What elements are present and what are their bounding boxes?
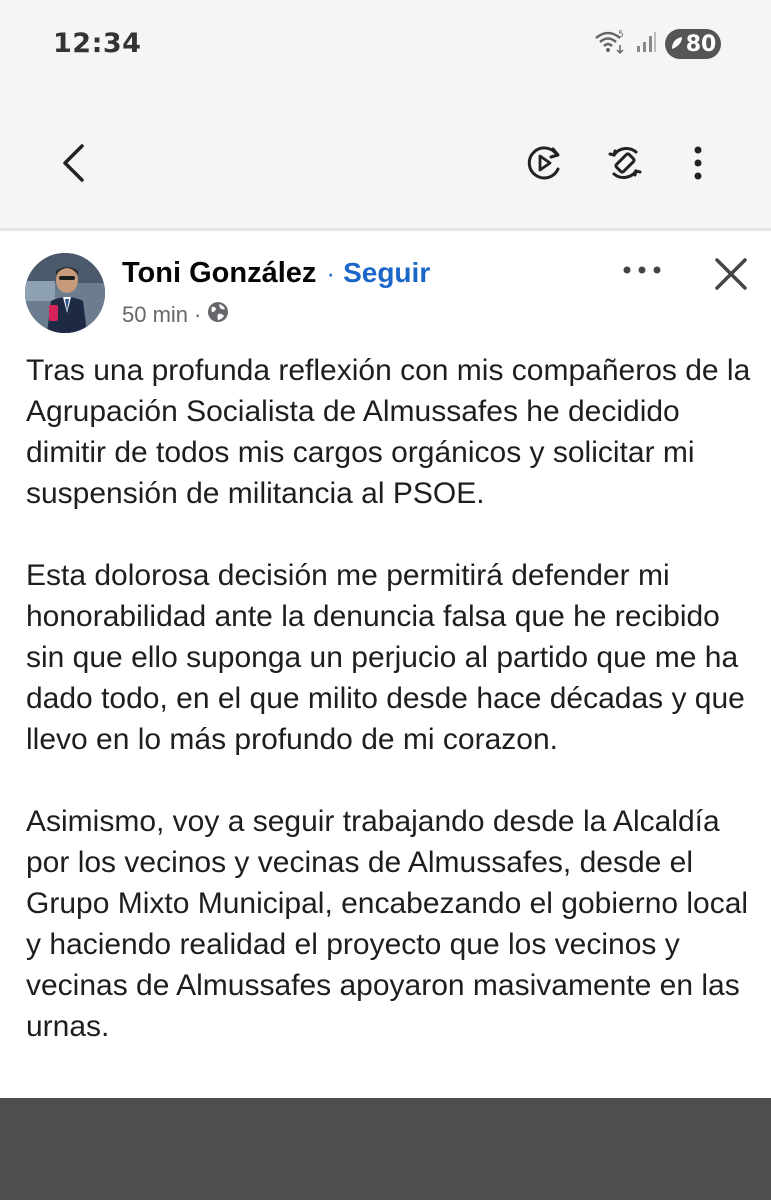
avatar[interactable] (25, 253, 105, 333)
meta-separator: · (194, 302, 202, 327)
back-button[interactable] (48, 140, 98, 190)
follow-button[interactable]: Seguir (343, 257, 430, 289)
play-circle-icon (524, 143, 564, 188)
post-header: Toni González · Seguir 50 min · (0, 231, 771, 341)
post-options-button[interactable] (620, 255, 664, 285)
status-icons: 5 80 (593, 28, 721, 60)
close-post-button[interactable] (708, 253, 754, 299)
network-label: 5 (618, 30, 624, 40)
more-vertical-icon (693, 145, 703, 186)
overflow-menu-button[interactable] (673, 140, 723, 190)
post-paragraph: Esta dolorosa decisión me permitirá defe… (26, 559, 745, 756)
post-meta: 50 min · (122, 301, 229, 329)
status-bar: 12:34 5 80 (0, 0, 771, 90)
post-paragraph: Asimismo, voy a seguir trabajando desde … (26, 805, 749, 1043)
author-line: Toni González · Seguir (122, 257, 430, 290)
bottom-bar (0, 1098, 771, 1200)
battery-indicator: 80 (665, 29, 721, 59)
top-toolbar (0, 90, 771, 228)
wifi-icon: 5 (593, 27, 627, 62)
signal-icon (635, 30, 657, 59)
post-paragraph: Tras una profunda reflexión con mis comp… (26, 354, 751, 510)
globe-icon (207, 301, 229, 329)
close-icon (714, 257, 748, 296)
post-time[interactable]: 50 min (122, 302, 188, 328)
rotate-button[interactable] (600, 140, 650, 190)
status-time: 12:34 (53, 28, 142, 59)
more-horizontal-icon (622, 261, 662, 279)
battery-level: 80 (685, 31, 717, 57)
battery-icon (670, 32, 684, 57)
playback-button[interactable] (519, 140, 569, 190)
author-name[interactable]: Toni González (122, 257, 316, 290)
author-separator: · (326, 258, 336, 288)
rotate-screen-icon (605, 143, 645, 188)
post-text: Tras una profunda reflexión con mis comp… (26, 350, 756, 1047)
chevron-left-icon (60, 143, 86, 188)
